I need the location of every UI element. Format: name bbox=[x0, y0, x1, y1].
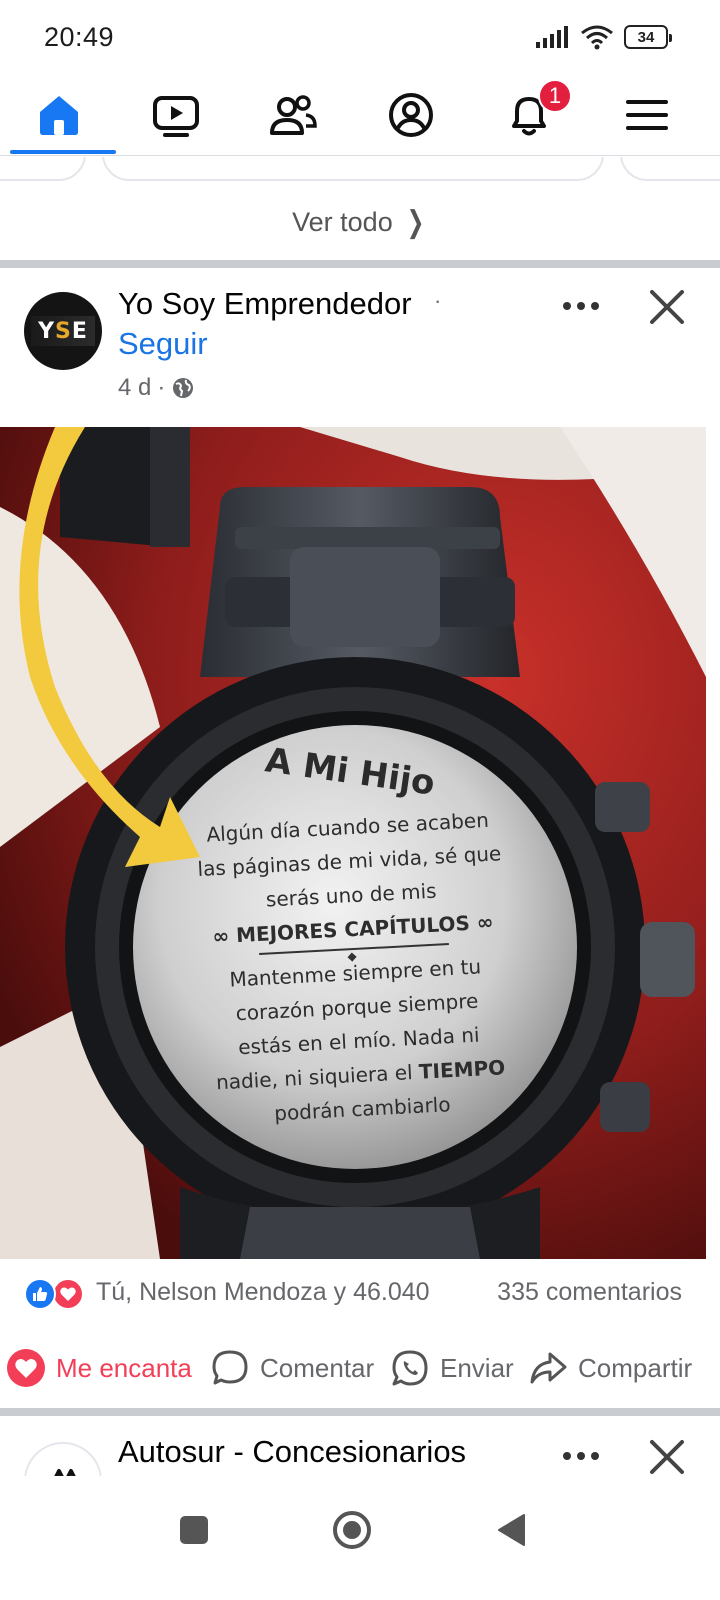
see-all-link[interactable]: Ver todo ❯ bbox=[0, 200, 720, 244]
nav-active-indicator bbox=[10, 150, 116, 154]
avatar-letter-y: Y bbox=[38, 318, 56, 344]
love-reaction-icon bbox=[52, 1278, 84, 1310]
more-dot-icon bbox=[577, 1452, 585, 1460]
name-separator: · bbox=[434, 288, 442, 313]
page-avatar[interactable]: YSE bbox=[24, 292, 102, 370]
triangle-back-icon bbox=[498, 1514, 525, 1546]
post-time[interactable]: 4 d bbox=[118, 374, 151, 402]
home-system-button[interactable] bbox=[322, 1500, 382, 1560]
more-dot-icon bbox=[591, 1452, 599, 1460]
home-icon bbox=[40, 96, 78, 135]
avatar-logo-text: YSE bbox=[38, 319, 88, 344]
more-dot-icon bbox=[591, 302, 599, 310]
recents-button[interactable] bbox=[164, 1500, 224, 1560]
close-icon[interactable] bbox=[644, 284, 690, 330]
next-page-name[interactable]: Autosur - Concesionarios bbox=[118, 1434, 466, 1470]
nav-notifications[interactable]: 1 bbox=[474, 76, 584, 154]
top-nav: 1 bbox=[0, 76, 720, 156]
close-icon[interactable] bbox=[644, 1434, 690, 1476]
profile-icon bbox=[389, 93, 433, 137]
love-button[interactable]: Me encanta bbox=[6, 1344, 192, 1392]
engraving-text: A Mi Hijo Algún día cuando se acaben las… bbox=[0, 427, 706, 1259]
follow-button[interactable]: Seguir bbox=[118, 326, 208, 362]
next-more-options-button[interactable] bbox=[556, 1434, 606, 1476]
back-button[interactable] bbox=[482, 1500, 542, 1560]
more-options-button[interactable] bbox=[556, 284, 606, 328]
notification-badge: 1 bbox=[538, 79, 572, 113]
menu-icon bbox=[626, 100, 668, 130]
meta-separator: · bbox=[157, 374, 166, 401]
friends-icon bbox=[270, 95, 317, 135]
story-card[interactable] bbox=[102, 157, 604, 181]
page-name[interactable]: Yo Soy Emprendedor bbox=[118, 286, 412, 322]
next-post-header: Autosur - Concesionarios bbox=[0, 1418, 720, 1476]
share-button[interactable]: Compartir bbox=[528, 1344, 692, 1392]
whatsapp-icon bbox=[392, 1350, 428, 1386]
send-button[interactable]: Enviar bbox=[390, 1344, 514, 1392]
nav-friends[interactable] bbox=[238, 76, 348, 154]
more-dot-icon bbox=[563, 1452, 571, 1460]
nav-video[interactable] bbox=[121, 76, 231, 154]
love-label: Me encanta bbox=[56, 1352, 192, 1383]
post-actions: Me encanta Comentar Enviar Compartir bbox=[0, 1340, 720, 1396]
battery-indicator: 34 bbox=[624, 25, 672, 49]
more-dot-icon bbox=[577, 302, 585, 310]
engraving-title: A Mi Hijo bbox=[262, 740, 438, 804]
signal-icon bbox=[536, 26, 568, 48]
system-nav-bar bbox=[0, 1476, 720, 1600]
like-reaction-icon bbox=[24, 1278, 56, 1310]
story-card[interactable] bbox=[0, 157, 86, 181]
square-icon bbox=[180, 1516, 208, 1544]
video-icon bbox=[153, 96, 199, 137]
engraving-text-part: nadie, ni siquiera el bbox=[215, 1059, 420, 1095]
engraving-body: Algún día cuando se acaben las páginas d… bbox=[162, 801, 548, 1136]
story-card[interactable] bbox=[620, 157, 720, 181]
next-page-avatar[interactable] bbox=[24, 1442, 102, 1476]
nav-home[interactable] bbox=[4, 76, 116, 154]
comment-icon bbox=[212, 1350, 248, 1385]
see-all-label: Ver todo bbox=[292, 206, 393, 237]
avatar-letter-e: E bbox=[71, 318, 88, 344]
more-dot-icon bbox=[563, 302, 571, 310]
reactions-text[interactable]: Tú, Nelson Mendoza y 46.040 bbox=[96, 1278, 430, 1307]
engraving-text-part: TIEMPO bbox=[418, 1055, 506, 1084]
comments-count[interactable]: 335 comentarios bbox=[497, 1278, 682, 1307]
globe-icon bbox=[173, 378, 194, 398]
comment-label: Comentar bbox=[260, 1352, 375, 1383]
avatar-letter-s: S bbox=[55, 318, 72, 344]
status-icons: 34 bbox=[536, 24, 672, 50]
share-icon bbox=[530, 1352, 567, 1384]
feed-separator bbox=[0, 1408, 720, 1416]
chevron-right-icon: ❯ bbox=[406, 205, 425, 239]
status-time: 20:49 bbox=[44, 22, 115, 52]
send-label: Enviar bbox=[440, 1352, 514, 1383]
nav-profile[interactable] bbox=[356, 76, 466, 154]
heart-icon bbox=[7, 1349, 45, 1387]
post-header: YSE Yo Soy Emprendedor · Seguir 4 d · bbox=[0, 270, 720, 420]
post-image[interactable]: A Mi Hijo Algún día cuando se acaben las… bbox=[0, 427, 706, 1259]
post-meta: 4 d · bbox=[118, 374, 195, 402]
circle-icon bbox=[333, 1511, 371, 1549]
reaction-icons bbox=[24, 1278, 90, 1310]
nav-menu[interactable] bbox=[592, 76, 702, 154]
wifi-icon bbox=[581, 25, 613, 50]
feed-separator bbox=[0, 260, 720, 268]
reactions-summary[interactable]: Tú, Nelson Mendoza y 46.040 335 comentar… bbox=[0, 1266, 720, 1322]
autosur-logo-icon bbox=[54, 1469, 76, 1476]
share-label: Compartir bbox=[578, 1352, 693, 1383]
comment-button[interactable]: Comentar bbox=[210, 1344, 374, 1392]
story-strip[interactable] bbox=[0, 157, 720, 187]
status-bar: 20:49 34 bbox=[0, 0, 720, 76]
page-logo: YSE bbox=[31, 316, 95, 346]
